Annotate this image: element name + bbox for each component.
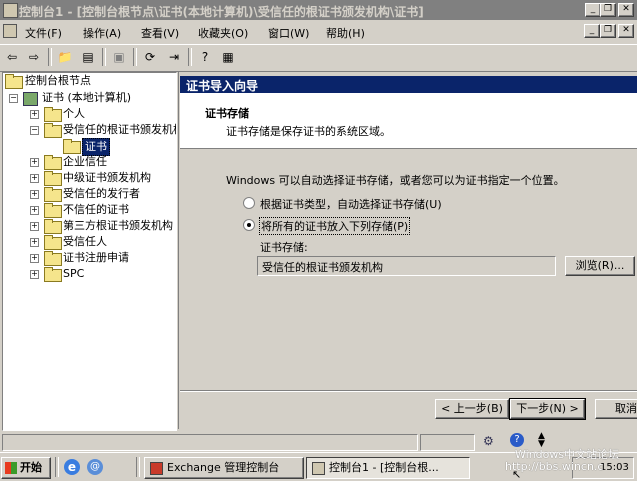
store-value: 受信任的根证书颁发机构: [262, 261, 383, 274]
maximize-button[interactable]: ❐: [600, 3, 616, 17]
folder-icon: [44, 235, 62, 250]
expand-icon[interactable]: +: [30, 206, 39, 215]
toolbar-separator: [48, 48, 52, 66]
toolbar-separator: [102, 48, 106, 66]
window-title-bar[interactable]: 控制台1 - [控制台根节点\证书(本地计算机)\受信任的根证书颁发机构\证书]…: [0, 0, 637, 20]
wizard-intro-text: Windows 可以自动选择证书存储，或者您可以为证书指定一个位置。: [226, 174, 565, 187]
mdi-minimize-button[interactable]: _: [584, 24, 600, 38]
task-console1-active[interactable]: 控制台1 - [控制台根...: [306, 457, 470, 479]
certificates-snapin-icon: [23, 92, 38, 106]
expand-icon[interactable]: +: [30, 222, 39, 231]
show-tree-icon[interactable]: ▤: [79, 48, 97, 66]
mouse-cursor-icon: ↖: [512, 468, 522, 481]
toolbar: ⇦ ⇨ 📁 ▤ ▣ ⟳ ⇥ ? ▦: [0, 44, 637, 72]
wizard-button-divider: [180, 390, 637, 392]
menu-help[interactable]: 帮助(H): [326, 25, 365, 41]
collapse-icon[interactable]: −: [30, 126, 39, 135]
mdi-close-button[interactable]: ✕: [618, 24, 634, 38]
menu-window[interactable]: 窗口(W): [268, 25, 309, 41]
expand-icon[interactable]: +: [30, 110, 39, 119]
taskbar-separator: [136, 457, 140, 477]
expand-icon[interactable]: +: [30, 238, 39, 247]
back-arrow-icon[interactable]: ⇦: [3, 48, 21, 66]
expand-icon[interactable]: +: [30, 270, 39, 279]
minimize-button[interactable]: _: [585, 3, 601, 17]
close-button[interactable]: ✕: [618, 3, 634, 17]
menu-file[interactable]: 文件(F): [25, 25, 62, 41]
folder-icon: [44, 155, 62, 170]
status-panel-secondary: [420, 434, 475, 451]
folder-icon: [44, 171, 62, 186]
radio-manual-store[interactable]: 将所有的证书放入下列存储(P): [243, 217, 433, 235]
windows-logo-icon: [5, 462, 17, 474]
radio-button-auto[interactable]: [243, 197, 255, 209]
back-button[interactable]: < 上一步(B): [435, 399, 509, 419]
radio-auto-select[interactable]: 根据证书类型，自动选择证书存储(U): [243, 195, 463, 211]
menu-bar: 文件(F) 操作(A) 查看(V) 收藏夹(O) 窗口(W) 帮助(H) _ ❐…: [0, 20, 637, 42]
help-circle-icon[interactable]: ?: [510, 433, 524, 447]
toolbar-separator: [133, 48, 137, 66]
wizard-header: 证书存储 证书存储是保存证书的系统区域。: [180, 93, 637, 149]
doc-icon[interactable]: [3, 24, 17, 38]
wizard-header-title: 证书存储: [205, 107, 249, 120]
menu-favorites[interactable]: 收藏夹(O): [198, 25, 248, 41]
export-icon[interactable]: ⇥: [165, 48, 183, 66]
internet-explorer-icon[interactable]: e: [64, 459, 80, 475]
console-icon: [312, 462, 325, 475]
expand-icon[interactable]: +: [30, 190, 39, 199]
expand-icon[interactable]: +: [30, 158, 39, 167]
folder-icon: [44, 187, 62, 202]
toolbar-separator: [188, 48, 192, 66]
properties-icon[interactable]: ▦: [219, 48, 237, 66]
folder-icon: [44, 107, 62, 122]
next-button[interactable]: 下一步(N) >: [509, 398, 586, 420]
start-button[interactable]: 开始: [1, 457, 51, 479]
task-exchange-console[interactable]: Exchange 管理控制台: [144, 457, 304, 479]
mdi-restore-button[interactable]: ❐: [600, 24, 616, 38]
folder-icon: [44, 251, 62, 266]
open-folder-icon: [63, 139, 81, 154]
open-folder-icon: [44, 123, 62, 138]
status-panel-main: [2, 434, 418, 451]
outlook-express-icon[interactable]: @: [87, 459, 103, 475]
radio-button-manual[interactable]: [243, 219, 255, 231]
help-icon[interactable]: ?: [196, 48, 214, 66]
browse-button[interactable]: 浏览(R)...: [565, 256, 635, 276]
network-icon[interactable]: ⚙: [483, 434, 494, 448]
expand-icon[interactable]: +: [30, 174, 39, 183]
exchange-console-icon: [150, 462, 163, 475]
console-tree[interactable]: 控制台根节点 − 证书 (本地计算机) + 个人 − 受信任的根证书颁发机构 证…: [2, 72, 177, 431]
cancel-button[interactable]: 取消: [595, 399, 637, 419]
folder-icon: [44, 203, 62, 218]
store-field[interactable]: 受信任的根证书颁发机构: [257, 256, 556, 276]
app-icon[interactable]: [3, 3, 18, 18]
menu-view[interactable]: 查看(V): [141, 25, 179, 41]
wizard-header-description: 证书存储是保存证书的系统区域。: [226, 125, 391, 138]
wizard-title: 证书导入向导: [186, 79, 259, 93]
window-title: 控制台1 - [控制台根节点\证书(本地计算机)\受信任的根证书颁发机构\证书]: [19, 5, 424, 19]
refresh-icon[interactable]: ⟳: [141, 48, 159, 66]
wizard-title-bar[interactable]: 证书导入向导: [180, 76, 637, 93]
menu-action[interactable]: 操作(A): [83, 25, 121, 41]
quick-launch-separator: [55, 457, 59, 477]
folder-icon: [44, 267, 62, 282]
folder-icon: [44, 219, 62, 234]
store-label: 证书存储:: [260, 241, 308, 254]
collapse-icon[interactable]: −: [9, 94, 18, 103]
folder-icon: [5, 74, 23, 89]
up-folder-icon[interactable]: 📁: [56, 48, 74, 66]
clock[interactable]: 15:03: [600, 462, 629, 473]
forward-arrow-icon[interactable]: ⇨: [25, 48, 43, 66]
delete-icon[interactable]: ▣: [110, 48, 128, 66]
expand-icon[interactable]: +: [30, 254, 39, 263]
